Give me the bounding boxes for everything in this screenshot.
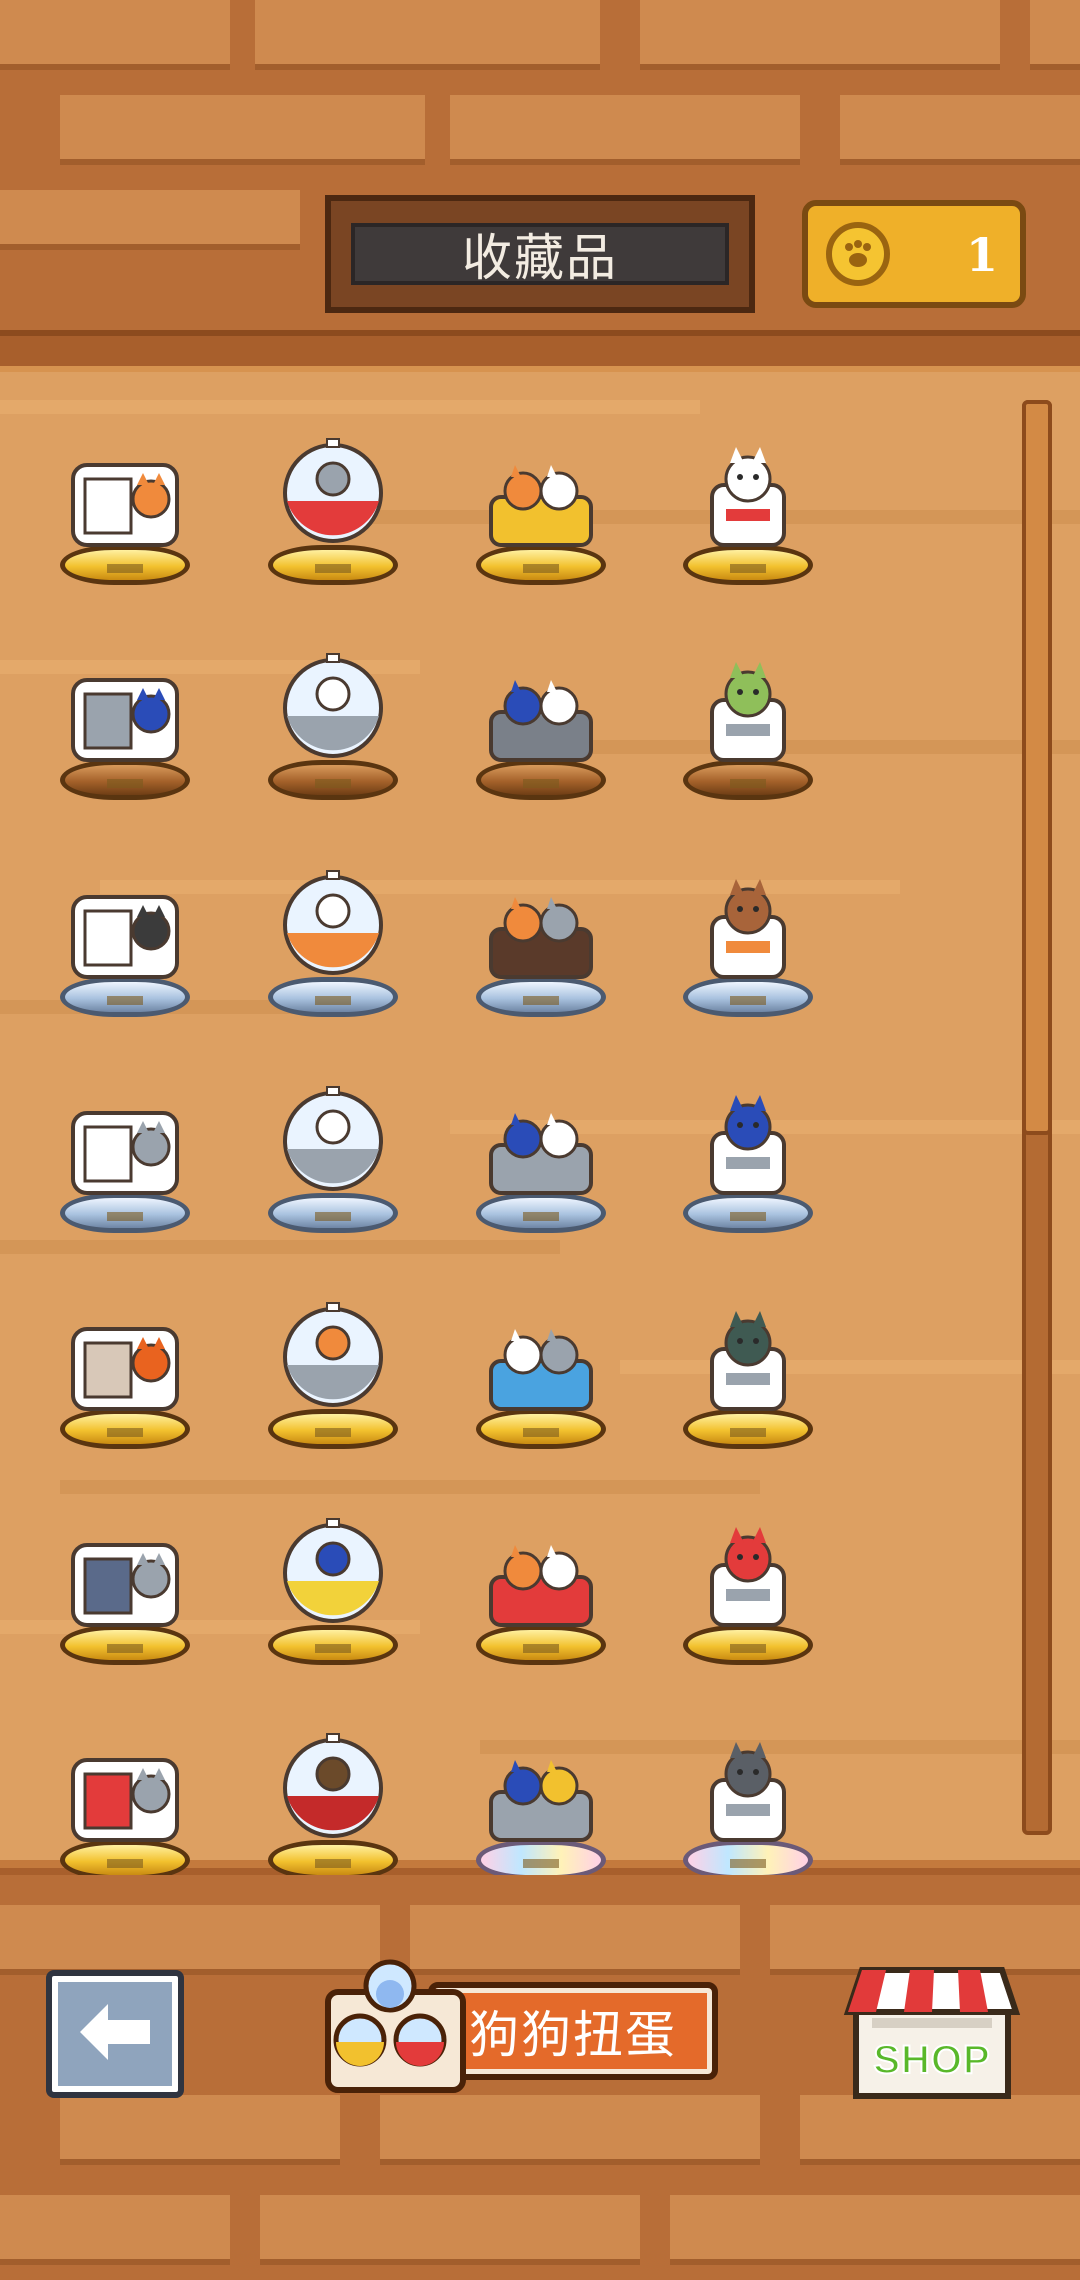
- collectible-14[interactable]: [233, 1023, 433, 1233]
- figurine: [471, 435, 611, 555]
- figurine: [678, 867, 818, 987]
- figurine: [55, 1730, 195, 1850]
- collectible-25[interactable]: [25, 1670, 225, 1880]
- name-plate: [523, 1859, 559, 1868]
- name-plate: [315, 1428, 351, 1437]
- name-plate: [315, 996, 351, 1005]
- collectible-7[interactable]: [441, 590, 641, 800]
- name-plate: [523, 564, 559, 573]
- collectible-15[interactable]: [441, 1023, 641, 1233]
- collectible-24[interactable]: [648, 1455, 848, 1665]
- collectible-4[interactable]: [648, 375, 848, 585]
- name-plate: [523, 1644, 559, 1653]
- name-plate: [315, 1212, 351, 1221]
- figurine: [678, 650, 818, 770]
- name-plate: [730, 1859, 766, 1868]
- name-plate: [315, 1644, 351, 1653]
- collectible-10[interactable]: [233, 807, 433, 1017]
- collectible-3[interactable]: [441, 375, 641, 585]
- collectible-20[interactable]: [648, 1239, 848, 1449]
- name-plate: [523, 996, 559, 1005]
- arrow-left-icon: [80, 2004, 150, 2064]
- name-plate: [315, 1859, 351, 1868]
- collectible-26[interactable]: [233, 1670, 433, 1880]
- name-plate: [730, 564, 766, 573]
- figurine: [55, 435, 195, 555]
- collectible-13[interactable]: [25, 1023, 225, 1233]
- figurine: [263, 1730, 403, 1850]
- name-plate: [730, 779, 766, 788]
- name-plate: [730, 1428, 766, 1437]
- figurine: [471, 1730, 611, 1850]
- collectible-27[interactable]: [441, 1670, 641, 1880]
- figurine: [55, 867, 195, 987]
- collectible-22[interactable]: [233, 1455, 433, 1665]
- title-board: 收藏品: [325, 195, 755, 313]
- figurine: [55, 1515, 195, 1635]
- figurine: [263, 650, 403, 770]
- figurine: [263, 1515, 403, 1635]
- figurine: [471, 1083, 611, 1203]
- collectible-17[interactable]: [25, 1239, 225, 1449]
- dog-gacha-button[interactable]: 狗狗扭蛋: [318, 1942, 726, 2094]
- name-plate: [730, 1212, 766, 1221]
- collectible-16[interactable]: [648, 1023, 848, 1233]
- shop-label: SHOP: [872, 2037, 991, 2083]
- figurine: [263, 867, 403, 987]
- name-plate: [107, 1212, 143, 1221]
- collectibles-grid: [0, 360, 1000, 1880]
- collectible-2[interactable]: [233, 375, 433, 585]
- name-plate: [107, 1644, 143, 1653]
- name-plate: [107, 564, 143, 573]
- collectible-5[interactable]: [25, 590, 225, 800]
- collectible-6[interactable]: [233, 590, 433, 800]
- figurine: [471, 1515, 611, 1635]
- coin-count: 1: [965, 228, 998, 282]
- collectible-28[interactable]: [648, 1670, 848, 1880]
- name-plate: [107, 996, 143, 1005]
- paw-coin-icon: [826, 222, 890, 286]
- figurine: [678, 1730, 818, 1850]
- gacha-label: 狗狗扭蛋: [428, 1982, 718, 2080]
- figurine: [471, 867, 611, 987]
- collectible-11[interactable]: [441, 807, 641, 1017]
- collectible-23[interactable]: [441, 1455, 641, 1665]
- name-plate: [107, 779, 143, 788]
- figurine: [55, 650, 195, 770]
- figurine: [55, 1299, 195, 1419]
- name-plate: [107, 1428, 143, 1437]
- name-plate: [315, 779, 351, 788]
- collectible-18[interactable]: [233, 1239, 433, 1449]
- name-plate: [730, 1644, 766, 1653]
- figurine: [263, 435, 403, 555]
- collectible-12[interactable]: [648, 807, 848, 1017]
- back-button[interactable]: [46, 1970, 184, 2098]
- figurine: [678, 1515, 818, 1635]
- name-plate: [523, 1212, 559, 1221]
- figurine: [471, 1299, 611, 1419]
- scrollbar-thumb[interactable]: [1022, 400, 1052, 1135]
- collectible-8[interactable]: [648, 590, 848, 800]
- collectible-19[interactable]: [441, 1239, 641, 1449]
- page-title: 收藏品: [351, 223, 729, 287]
- name-plate: [315, 564, 351, 573]
- figurine: [263, 1299, 403, 1419]
- collectible-21[interactable]: [25, 1455, 225, 1665]
- name-plate: [523, 779, 559, 788]
- figurine: [678, 435, 818, 555]
- shop-button[interactable]: SHOP: [842, 1962, 1022, 2100]
- collectible-1[interactable]: [25, 375, 225, 585]
- figurine: [263, 1083, 403, 1203]
- name-plate: [730, 996, 766, 1005]
- name-plate: [523, 1428, 559, 1437]
- figurine: [678, 1083, 818, 1203]
- gacha-capsules-icon: [318, 1942, 468, 2094]
- figurine: [678, 1299, 818, 1419]
- coin-counter: 1: [802, 200, 1026, 308]
- figurine: [471, 650, 611, 770]
- collectible-9[interactable]: [25, 807, 225, 1017]
- name-plate: [107, 1859, 143, 1868]
- figurine: [55, 1083, 195, 1203]
